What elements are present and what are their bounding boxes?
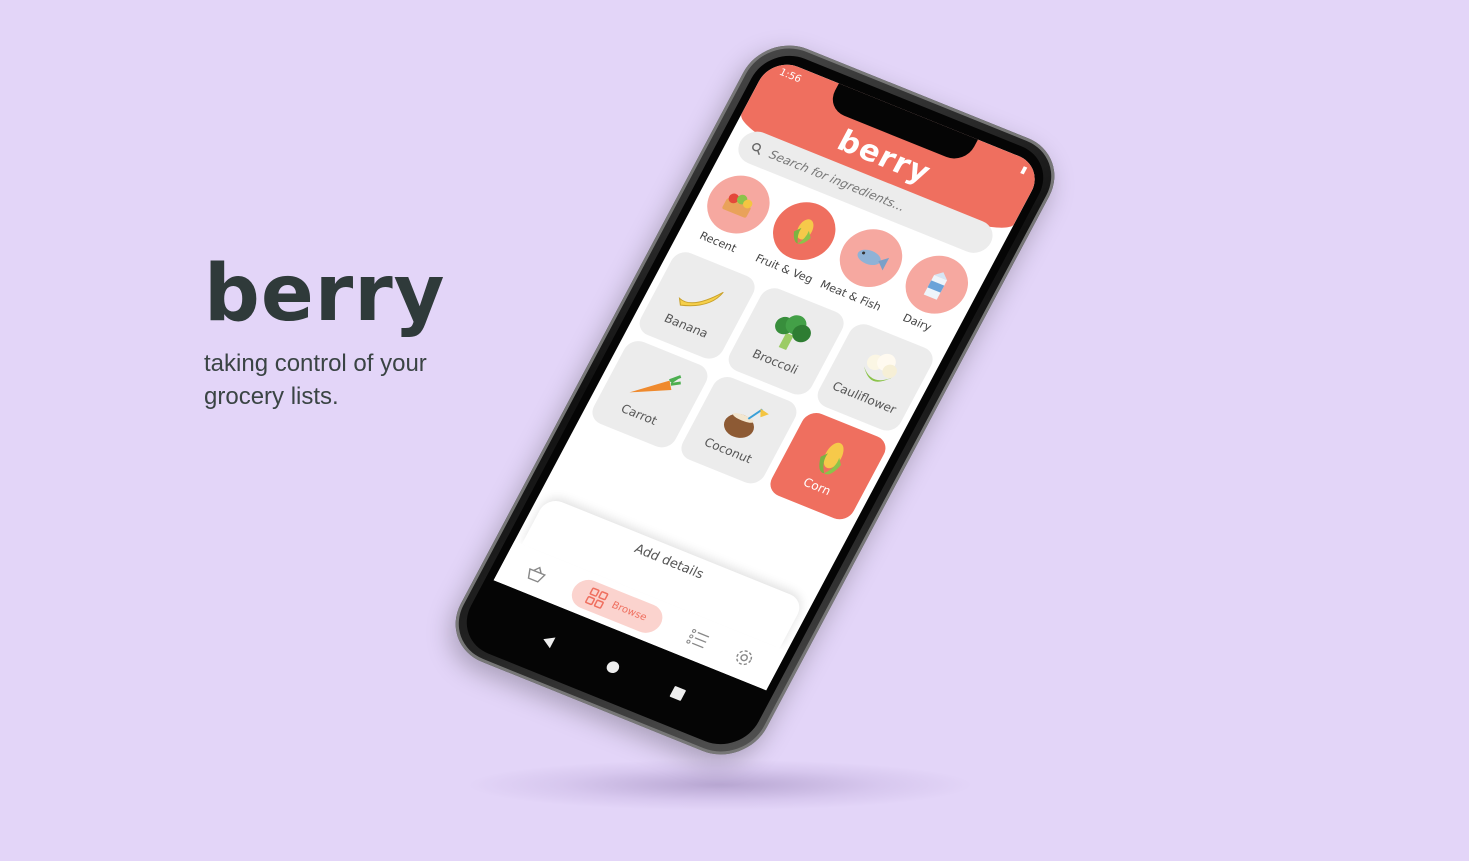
add-details-label: Add details bbox=[631, 541, 707, 583]
item-label: Corn bbox=[800, 475, 834, 499]
back-icon[interactable] bbox=[538, 632, 558, 650]
phone-mockup: 1:56 ▮ berry Search for ingredients... R… bbox=[439, 31, 1071, 769]
hero-title: berry bbox=[204, 249, 446, 339]
phone-body: 1:56 ▮ berry Search for ingredients... R… bbox=[439, 31, 1071, 769]
phone-shadow bbox=[470, 760, 970, 810]
gear-icon[interactable] bbox=[730, 645, 758, 670]
home-icon[interactable] bbox=[603, 658, 623, 676]
search-icon bbox=[752, 143, 761, 155]
basket-icon[interactable] bbox=[523, 562, 550, 585]
phone-bezel: 1:56 ▮ berry Search for ingredients... R… bbox=[453, 44, 1057, 756]
recents-icon[interactable] bbox=[668, 685, 688, 703]
hero-tagline: taking control of your grocery lists. bbox=[204, 350, 427, 410]
app-screen: 1:56 ▮ berry Search for ingredients... R… bbox=[493, 56, 1045, 691]
nav-browse-label: Browse bbox=[609, 599, 649, 623]
list-icon[interactable] bbox=[684, 627, 711, 650]
hero: berry taking control of your grocery lis… bbox=[204, 255, 474, 413]
grid-icon bbox=[584, 587, 609, 609]
